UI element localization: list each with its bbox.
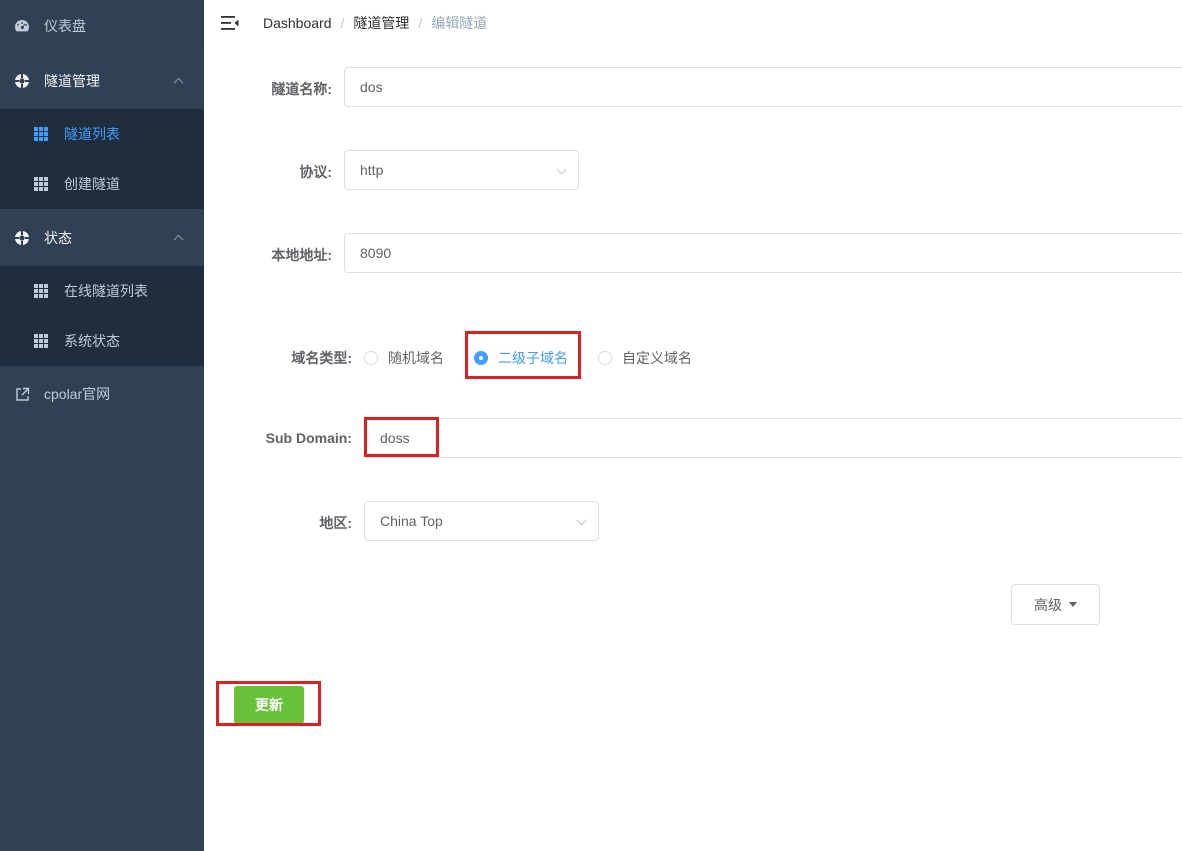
- sidebar-item-label: 在线隧道列表: [64, 283, 148, 299]
- grid-icon: [34, 284, 48, 298]
- chevron-down-icon: [576, 515, 587, 526]
- sidebar-item-online-tunnels[interactable]: 在线隧道列表: [0, 266, 204, 316]
- circle-dot-icon: [14, 73, 30, 89]
- radio-subdomain[interactable]: 二级子域名: [474, 348, 568, 368]
- sidebar-item-tunnel-list[interactable]: 隧道列表: [0, 109, 204, 159]
- breadcrumb-tunnel-management[interactable]: 隧道管理: [353, 13, 409, 33]
- subdomain-label: Sub Domain:: [265, 430, 352, 446]
- sidebar-item-label: cpolar官网: [44, 386, 111, 402]
- region-select[interactable]: China Top: [364, 501, 599, 541]
- circle-dot-icon: [14, 230, 30, 246]
- sidebar-item-label: 状态: [44, 229, 72, 246]
- advanced-label: 高级: [1034, 596, 1062, 613]
- grid-icon: [34, 177, 48, 191]
- radio-label: 二级子域名: [498, 350, 568, 366]
- protocol-selected-value: http: [360, 162, 384, 178]
- local-address-label: 本地地址:: [271, 247, 332, 263]
- navbar: Dashboard / 隧道管理 / 编辑隧道: [204, 0, 1182, 46]
- hamburger-icon[interactable]: [221, 16, 239, 30]
- radio-circle-icon: [364, 351, 378, 365]
- sidebar-item-system-status[interactable]: 系统状态: [0, 316, 204, 366]
- dashboard-icon: [14, 18, 30, 34]
- submenu-tunnel-management: 隧道列表 创建隧道: [0, 109, 204, 209]
- local-address-input[interactable]: 8090: [344, 233, 1182, 273]
- subdomain-input[interactable]: doss: [364, 418, 1182, 458]
- domain-type-label: 域名类型:: [291, 350, 352, 366]
- sidebar-item-label: 系统状态: [64, 333, 120, 349]
- grid-icon: [34, 334, 48, 348]
- protocol-select[interactable]: http: [344, 150, 579, 190]
- sidebar-item-label: 隧道管理: [44, 72, 100, 89]
- advanced-dropdown-button[interactable]: 高级: [1011, 584, 1100, 625]
- sidebar-item-status[interactable]: 状态: [0, 209, 204, 266]
- caret-down-icon: [1069, 602, 1077, 607]
- sidebar-item-label: 创建隧道: [64, 176, 120, 192]
- radio-label: 随机域名: [388, 350, 444, 366]
- radio-checked-icon: [474, 351, 488, 365]
- radio-custom-domain[interactable]: 自定义域名: [598, 348, 692, 368]
- sidebar: 仪表盘 隧道管理 隧道列表 创建隧道 状态 在线隧道列表 系统状态 cpolar…: [0, 0, 204, 851]
- breadcrumb-dashboard[interactable]: Dashboard: [263, 15, 332, 31]
- sidebar-item-tunnel-management[interactable]: 隧道管理: [0, 52, 204, 109]
- grid-icon: [34, 127, 48, 141]
- sidebar-item-label: 隧道列表: [64, 126, 120, 142]
- radio-circle-icon: [598, 351, 612, 365]
- submenu-status: 在线隧道列表 系统状态: [0, 266, 204, 366]
- sidebar-item-label: 仪表盘: [44, 18, 86, 34]
- chevron-down-icon: [556, 164, 567, 175]
- radio-random-domain[interactable]: 随机域名: [364, 348, 444, 368]
- radio-label: 自定义域名: [622, 350, 692, 366]
- edit-tunnel-form: 隧道名称: dos 协议: http 本地地址: 8090 域名类型: 随机域名…: [204, 46, 1182, 851]
- chevron-up-icon: [173, 77, 184, 88]
- chevron-up-icon: [173, 234, 184, 245]
- region-label: 地区:: [319, 515, 352, 531]
- tunnel-name-label: 隧道名称:: [271, 81, 332, 97]
- breadcrumb-separator: /: [418, 15, 423, 31]
- breadcrumb-edit-tunnel: 编辑隧道: [431, 15, 488, 31]
- breadcrumb: Dashboard / 隧道管理 / 编辑隧道: [263, 13, 487, 33]
- sidebar-item-create-tunnel[interactable]: 创建隧道: [0, 159, 204, 209]
- external-link-icon: [14, 386, 30, 402]
- breadcrumb-separator: /: [340, 15, 345, 31]
- protocol-label: 协议:: [299, 164, 332, 180]
- sidebar-item-dashboard[interactable]: 仪表盘: [0, 0, 204, 52]
- update-button[interactable]: 更新: [234, 686, 304, 724]
- sidebar-item-cpolar-site[interactable]: cpolar官网: [0, 366, 204, 422]
- region-selected-value: China Top: [380, 513, 443, 529]
- tunnel-name-input[interactable]: dos: [344, 67, 1182, 107]
